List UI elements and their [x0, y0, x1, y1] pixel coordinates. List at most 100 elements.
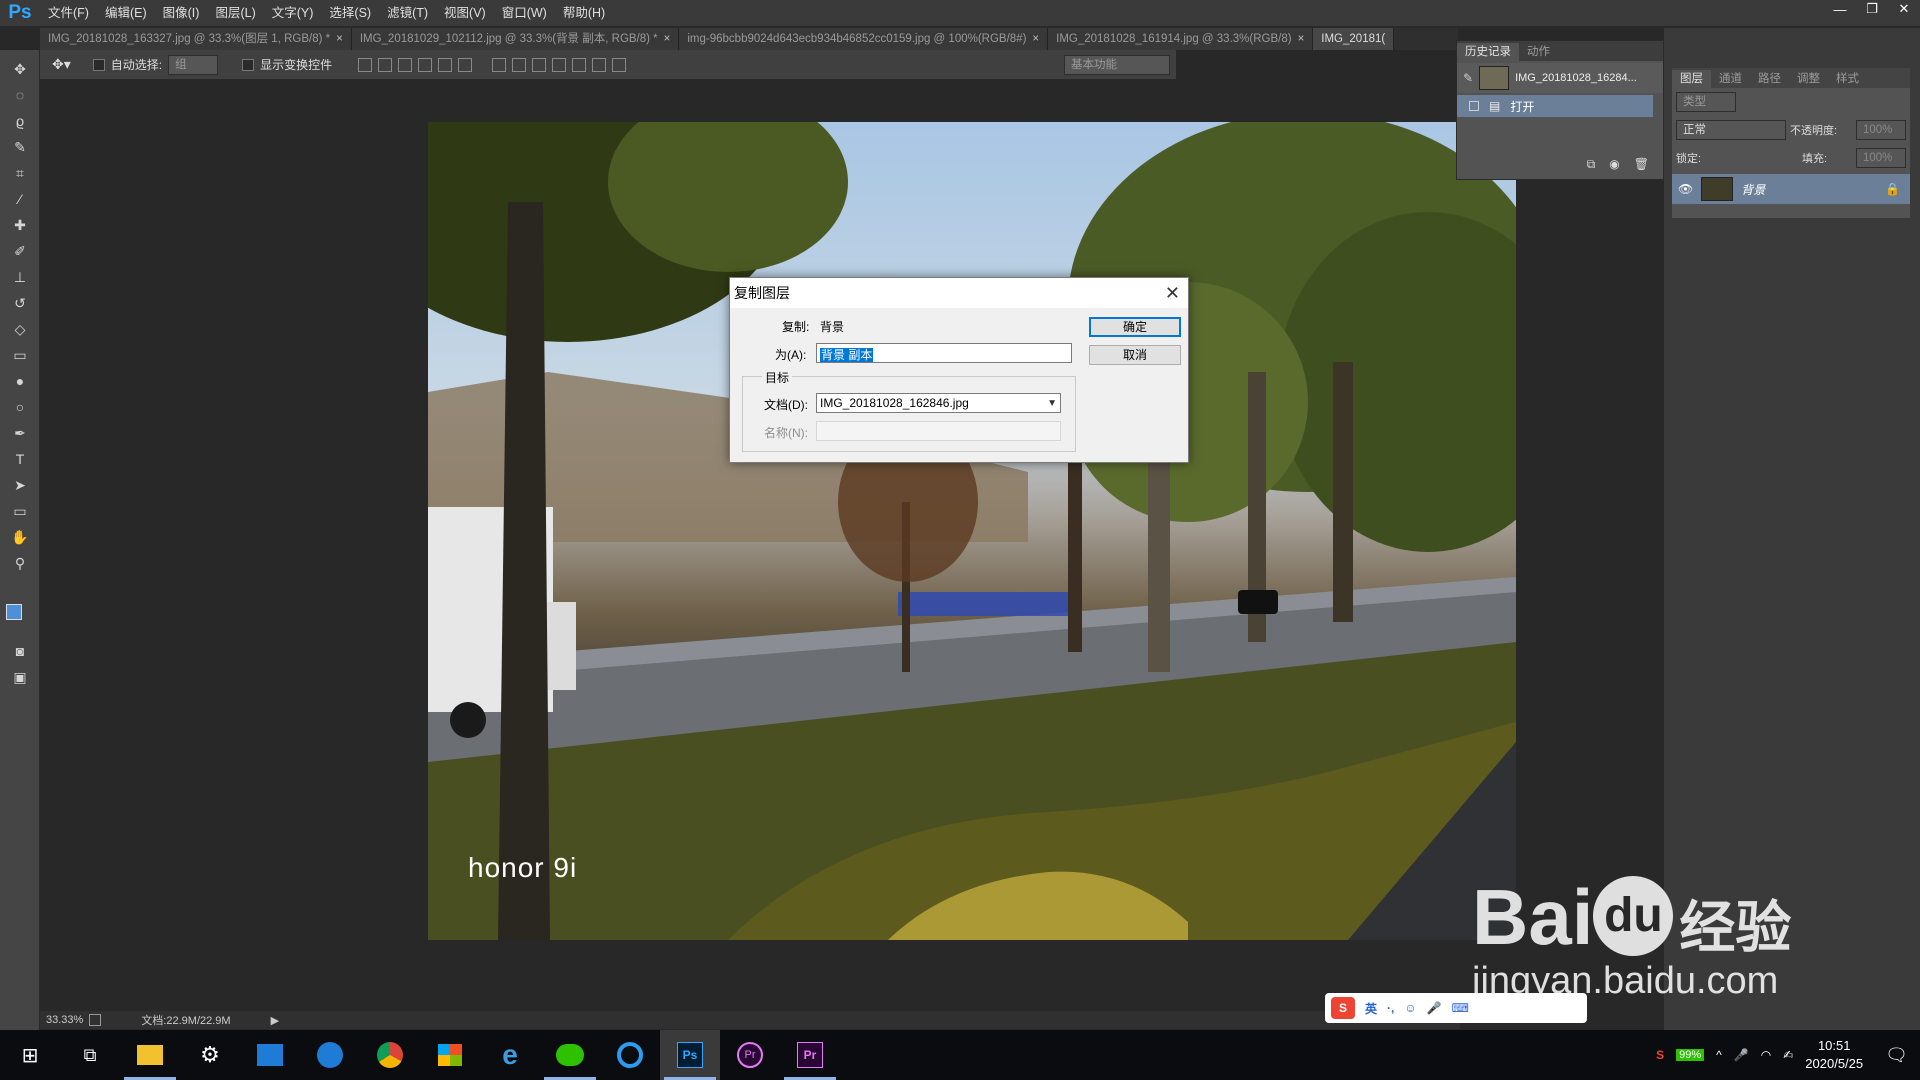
- tab-paths[interactable]: 路径: [1750, 70, 1789, 88]
- close-button[interactable]: ✕: [1888, 0, 1920, 18]
- browser-icon[interactable]: [600, 1030, 660, 1080]
- settings-icon[interactable]: ⚙: [180, 1030, 240, 1080]
- blur-tool-icon[interactable]: ●: [8, 370, 32, 392]
- pen-tool-icon[interactable]: ✒: [8, 422, 32, 444]
- filter-kind-dropdown[interactable]: 类型: [1676, 92, 1736, 112]
- crop-tool-icon[interactable]: ⌗: [8, 162, 32, 184]
- close-icon[interactable]: ×: [1298, 33, 1305, 45]
- tab-adjustments[interactable]: 调整: [1789, 70, 1828, 88]
- tab-actions[interactable]: 动作: [1519, 43, 1558, 61]
- move-tool-icon[interactable]: ✥▾: [52, 56, 71, 73]
- move-tool-icon[interactable]: ✥: [8, 58, 32, 80]
- ime-lang[interactable]: 英: [1365, 1000, 1377, 1017]
- history-step-checkbox[interactable]: [1469, 101, 1479, 111]
- sogou-icon[interactable]: S: [1331, 997, 1355, 1019]
- camera-icon[interactable]: ◉: [1609, 157, 1619, 172]
- tab-channels[interactable]: 通道: [1711, 70, 1750, 88]
- keyboard-icon[interactable]: ⌨: [1452, 1001, 1469, 1015]
- close-icon[interactable]: ×: [664, 33, 671, 45]
- chrome-icon[interactable]: [360, 1030, 420, 1080]
- type-tool-icon[interactable]: T: [8, 448, 32, 470]
- history-brush-tool-icon[interactable]: ↺: [8, 292, 32, 314]
- mic-icon[interactable]: 🎤: [1427, 1001, 1442, 1015]
- emoji-icon[interactable]: ☺: [1404, 1001, 1416, 1015]
- distribute-hcenter-icon[interactable]: [572, 57, 587, 72]
- clone-stamp-tool-icon[interactable]: ⊥: [8, 266, 32, 288]
- screen-mode-icon[interactable]: ▣: [8, 666, 32, 688]
- shape-tool-icon[interactable]: ▭: [8, 500, 32, 522]
- doc-tab[interactable]: img-96bcbb9024d643ecb934b46852cc0159.jpg…: [679, 28, 1049, 50]
- auto-select-checkbox[interactable]: [92, 58, 105, 71]
- doc-dropdown[interactable]: IMG_20181028_162846.jpg ▼: [816, 393, 1061, 413]
- dodge-tool-icon[interactable]: ○: [8, 396, 32, 418]
- new-document-icon[interactable]: ⧉: [1587, 157, 1596, 172]
- history-snapshot[interactable]: ✎ IMG_20181028_16284...: [1457, 63, 1663, 93]
- mic-tray-icon[interactable]: 🎤: [1734, 1048, 1749, 1062]
- history-step[interactable]: ▤ 打开: [1457, 95, 1653, 117]
- store-icon[interactable]: [420, 1030, 480, 1080]
- premiere-icon[interactable]: Pr: [780, 1030, 840, 1080]
- quick-select-tool-icon[interactable]: ✎: [8, 136, 32, 158]
- clock-app-icon[interactable]: [300, 1030, 360, 1080]
- align-left-icon[interactable]: [418, 57, 433, 72]
- premiere-rush-icon[interactable]: Pr: [720, 1030, 780, 1080]
- foreground-color-swatch[interactable]: [6, 604, 22, 620]
- align-vcenter-icon[interactable]: [378, 57, 393, 72]
- tab-styles[interactable]: 样式: [1828, 70, 1867, 88]
- as-name-input[interactable]: 背景 副本: [816, 343, 1072, 363]
- distribute-top-icon[interactable]: [492, 57, 507, 72]
- menu-select[interactable]: 选择(S): [321, 0, 379, 27]
- doc-tab[interactable]: IMG_20181029_102112.jpg @ 33.3%(背景 副本, R…: [351, 28, 680, 50]
- menu-file[interactable]: 文件(F): [40, 0, 97, 27]
- wifi-icon[interactable]: ◠: [1761, 1048, 1771, 1062]
- pen-icon[interactable]: ✍: [1783, 1048, 1793, 1062]
- menu-layer[interactable]: 图层(L): [207, 0, 263, 27]
- lasso-tool-icon[interactable]: ϱ: [8, 110, 32, 132]
- chevron-right-icon[interactable]: ▶: [271, 1014, 279, 1027]
- healing-brush-tool-icon[interactable]: ✚: [8, 214, 32, 236]
- align-right-icon[interactable]: [458, 57, 473, 72]
- auto-select-dropdown[interactable]: 组: [168, 54, 219, 75]
- menu-window[interactable]: 窗口(W): [494, 0, 555, 27]
- image-canvas[interactable]: honor 9i: [428, 122, 1516, 940]
- trash-icon[interactable]: 🗑: [1634, 157, 1649, 172]
- tab-layers[interactable]: 图层: [1672, 70, 1711, 88]
- path-select-tool-icon[interactable]: ➤: [8, 474, 32, 496]
- distribute-right-icon[interactable]: [592, 57, 607, 72]
- menu-image[interactable]: 图像(I): [155, 0, 208, 27]
- menu-view[interactable]: 视图(V): [436, 0, 494, 27]
- gradient-tool-icon[interactable]: ▭: [8, 344, 32, 366]
- windows-start-icon[interactable]: ⊞: [0, 1030, 60, 1080]
- notification-icon[interactable]: 🗨: [1885, 1045, 1908, 1066]
- distribute-left-icon[interactable]: [552, 57, 567, 72]
- distribute-vcenter-icon[interactable]: [512, 57, 527, 72]
- show-transform-checkbox[interactable]: [242, 58, 255, 71]
- blend-mode-dropdown[interactable]: 正常: [1676, 120, 1786, 140]
- zoom-level[interactable]: 33.33%: [40, 1014, 89, 1026]
- clock[interactable]: 10:51 2020/5/25: [1805, 1037, 1863, 1073]
- ie-icon[interactable]: e: [480, 1030, 540, 1080]
- marquee-tool-icon[interactable]: ◌: [8, 84, 32, 106]
- auto-align-icon[interactable]: [612, 57, 627, 72]
- export-icon[interactable]: [89, 1014, 102, 1026]
- workspace-dropdown[interactable]: 基本功能: [1064, 54, 1170, 75]
- align-hcenter-icon[interactable]: [438, 57, 453, 72]
- brush-tool-icon[interactable]: ✐: [8, 240, 32, 262]
- eraser-tool-icon[interactable]: ◇: [8, 318, 32, 340]
- close-icon[interactable]: ×: [1032, 33, 1039, 45]
- task-view-icon[interactable]: ⧉: [60, 1030, 120, 1080]
- wechat-icon[interactable]: [540, 1030, 600, 1080]
- opacity-field[interactable]: 100%: [1856, 120, 1906, 140]
- photoshop-taskbar-icon[interactable]: Ps: [660, 1030, 720, 1080]
- close-icon[interactable]: ✕: [1165, 283, 1180, 304]
- restore-button[interactable]: ❐: [1856, 0, 1888, 18]
- menu-filter[interactable]: 滤镜(T): [379, 0, 436, 27]
- zoom-tool-icon[interactable]: ⚲: [8, 552, 32, 574]
- minimize-button[interactable]: —: [1824, 0, 1856, 18]
- punctuation-icon[interactable]: ·,: [1387, 1001, 1394, 1015]
- align-bottom-icon[interactable]: [398, 57, 413, 72]
- layer-row[interactable]: 👁 背景 🔒: [1672, 174, 1910, 204]
- doc-tab[interactable]: IMG_20181028_161914.jpg @ 33.3%(RGB/8) ×: [1048, 28, 1314, 50]
- sogou-tray-icon[interactable]: S: [1656, 1048, 1664, 1062]
- ok-button[interactable]: 确定: [1089, 317, 1181, 337]
